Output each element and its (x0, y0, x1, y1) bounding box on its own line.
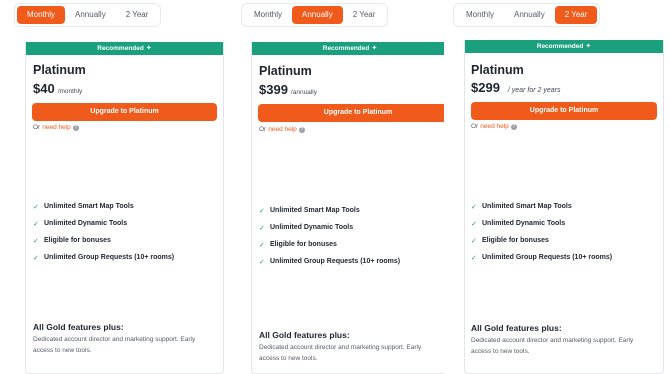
need-help-link[interactable]: need help (268, 126, 297, 133)
plan-name: Platinum (33, 63, 86, 77)
plus-description: Dedicated account director and marketing… (33, 336, 196, 354)
plan-price: $299 / year for 2 years (471, 80, 560, 95)
feature-list: ✓ Unlimited Smart Map Tools ✓ Unlimited Dy… (471, 198, 612, 266)
plus-title: All Gold features plus: (471, 323, 562, 333)
help-prefix: Or (471, 123, 479, 130)
check-icon: ✓ (471, 237, 477, 245)
check-icon: ✓ (33, 203, 39, 211)
recommended-banner: Recommended ✦ (252, 42, 444, 55)
check-icon: ✓ (259, 207, 265, 215)
pricing-panel-2-year: Monthly Annually 2 Year Recommended ✦ Pla… (444, 0, 670, 374)
billing-toggle: Monthly Annually 2 Year (241, 3, 389, 27)
plus-title: All Gold features plus: (259, 330, 350, 340)
price-amount: $40 (33, 81, 55, 96)
toggle-annually[interactable]: Annually (65, 6, 116, 24)
toggle-2-year[interactable]: 2 Year (554, 6, 598, 24)
pricing-panel-annually: Monthly Annually 2 Year Recommended ✦ Pla… (226, 0, 444, 374)
price-amount: $299 (471, 80, 500, 95)
feature-item: ✓ Unlimited Group Requests (10+ rooms) (33, 254, 175, 262)
upgrade-button[interactable]: Upgrade to Platinum (258, 104, 444, 122)
toggle-annually[interactable]: Annually (292, 6, 343, 24)
sparkle-icon: ✦ (371, 45, 378, 52)
check-icon: ✓ (33, 254, 39, 262)
help-prefix: Or (259, 126, 267, 133)
price-period: / year for 2 years (507, 87, 561, 94)
check-icon: ✓ (33, 237, 39, 245)
plus-title: All Gold features plus: (33, 322, 124, 332)
billing-toggle: Monthly Annually 2 Year (453, 3, 601, 27)
pricing-panel-monthly: Monthly Annually 2 Year Recommended ✦ Pla… (0, 0, 226, 374)
plan-price: $40 /monthly (33, 81, 82, 96)
need-help-link[interactable]: need help (480, 123, 509, 130)
upgrade-button[interactable]: Upgrade to Platinum (32, 103, 217, 121)
help-icon[interactable]: ? (72, 124, 79, 131)
price-period: /monthly (57, 88, 83, 95)
feature-item: ✓ Unlimited Smart Map Tools (259, 207, 360, 215)
feature-item: ✓ Eligible for bonuses (471, 237, 549, 245)
price-period: /annually (290, 89, 317, 96)
feature-list: ✓ Unlimited Smart Map Tools ✓ Unlimited Dy… (259, 202, 400, 270)
help-line: Or need help ? (33, 124, 79, 131)
feature-item: ✓ Eligible for bonuses (259, 241, 337, 249)
check-icon: ✓ (259, 224, 265, 232)
check-icon: ✓ (471, 203, 477, 211)
need-help-link[interactable]: need help (42, 124, 71, 131)
toggle-monthly[interactable]: Monthly (17, 6, 66, 24)
recommended-banner: Recommended ✦ (465, 40, 663, 53)
plus-description: Dedicated account director and marketing… (471, 337, 634, 355)
banner-label: Recommended (97, 45, 144, 52)
sparkle-icon: ✦ (585, 43, 592, 50)
toggle-monthly[interactable]: Monthly (244, 6, 292, 24)
feature-item: ✓ Unlimited Dynamic Tools (259, 224, 354, 232)
help-icon[interactable]: ? (510, 123, 517, 130)
help-prefix: Or (33, 124, 41, 131)
toggle-2-year[interactable]: 2 Year (343, 6, 386, 24)
toggle-2-year[interactable]: 2 Year (116, 6, 159, 24)
plan-name: Platinum (471, 63, 524, 77)
help-line: Or need help ? (259, 126, 305, 133)
banner-label: Recommended (322, 45, 370, 52)
check-icon: ✓ (259, 258, 265, 266)
upgrade-button[interactable]: Upgrade to Platinum (471, 102, 657, 120)
plus-description: Dedicated account director and marketing… (259, 344, 422, 362)
plan-price: $399 /annually (259, 82, 317, 97)
sparkle-icon: ✦ (145, 45, 152, 52)
plan-name: Platinum (259, 64, 312, 78)
feature-list: ✓ Unlimited Smart Map Tools ✓ Unlimited Dy… (33, 198, 174, 266)
check-icon: ✓ (471, 254, 477, 262)
check-icon: ✓ (33, 220, 39, 228)
help-line: Or need help ? (471, 123, 517, 130)
feature-item: ✓ Unlimited Smart Map Tools (471, 203, 572, 211)
check-icon: ✓ (471, 220, 477, 228)
feature-item: ✓ Unlimited Smart Map Tools (33, 203, 134, 211)
toggle-annually[interactable]: Annually (504, 6, 555, 24)
help-icon[interactable]: ? (298, 126, 305, 133)
feature-item: ✓ Unlimited Dynamic Tools (33, 220, 128, 228)
price-amount: $399 (259, 82, 288, 97)
feature-item: ✓ Unlimited Dynamic Tools (471, 220, 566, 228)
check-icon: ✓ (259, 241, 265, 249)
feature-item: ✓ Unlimited Group Requests (10+ rooms) (259, 258, 401, 266)
feature-item: ✓ Eligible for bonuses (33, 237, 111, 245)
recommended-banner: Recommended ✦ (26, 42, 223, 55)
toggle-monthly[interactable]: Monthly (456, 6, 504, 24)
billing-toggle: Monthly Annually 2 Year (14, 3, 162, 27)
banner-label: Recommended (536, 43, 584, 50)
feature-item: ✓ Unlimited Group Requests (10+ rooms) (471, 254, 613, 262)
